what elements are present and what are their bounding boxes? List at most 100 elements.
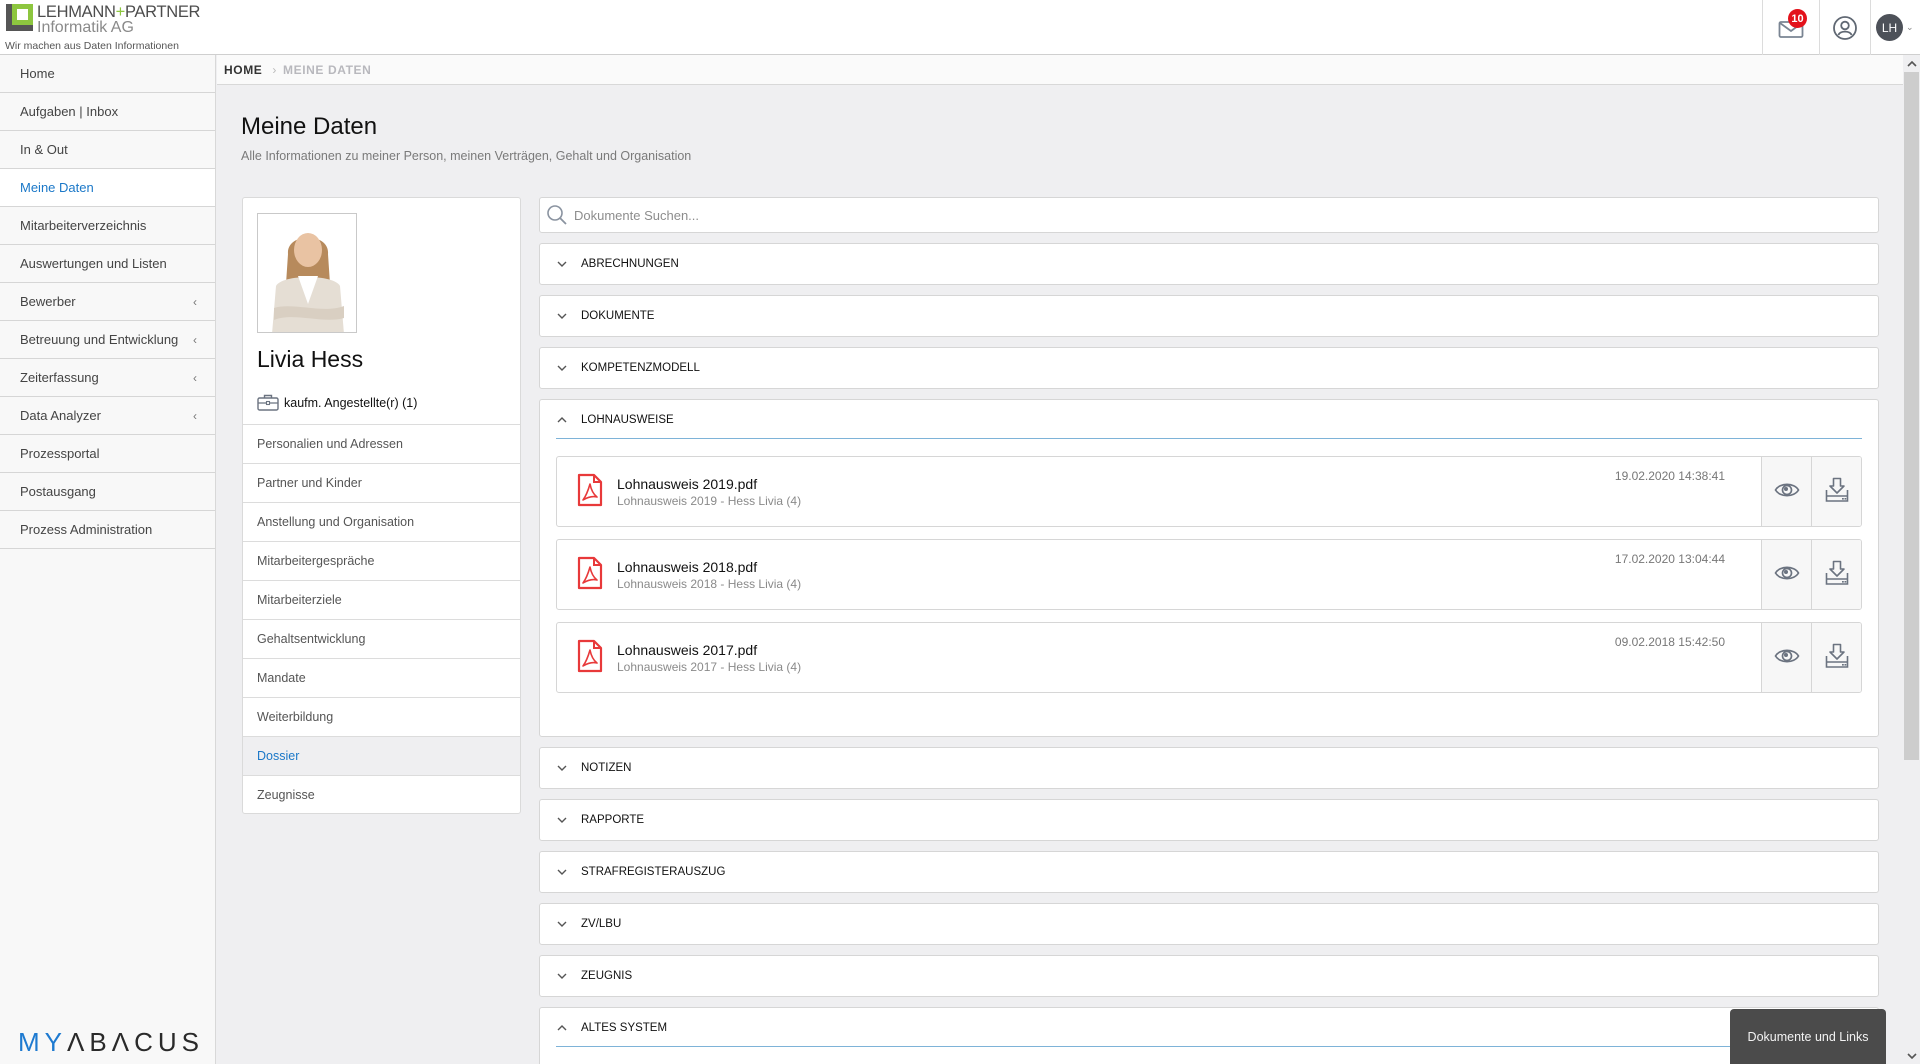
sidebar-item-prozessportal[interactable]: Prozessportal (0, 435, 215, 473)
section-title: STRAFREGISTERAUSZUG (581, 866, 726, 878)
employee-role: kaufm. Angestellte(r) (1) (257, 394, 417, 411)
document-name[interactable]: Lohnausweis 2019.pdf (617, 476, 757, 492)
profile-menu-item[interactable]: Mandate (243, 658, 520, 697)
breadcrumb: HOME › MEINE DATEN (217, 55, 1903, 85)
chevron-up-icon (1906, 60, 1917, 67)
profile-menu: Personalien und Adressen Partner und Kind… (243, 424, 520, 814)
sidebar-item-aufgaben-inbox[interactable]: Aufgaben | Inbox (0, 93, 215, 131)
document-item[interactable]: Lohnausweis 2017.pdf Lohnausweis 2017 - H… (556, 622, 1862, 693)
sidebar-item-label: Betreuung und Entwicklung (20, 332, 179, 347)
document-description: Lohnausweis 2018 - Hess Livia (4) (617, 577, 802, 591)
chevron-down-icon (555, 362, 569, 374)
chevron-down-icon (555, 918, 569, 930)
section-title: ABRECHNUNGEN (581, 258, 679, 270)
section-header[interactable]: ZV/LBU (540, 904, 1878, 944)
document-item[interactable]: Lohnausweis 2019.pdf Lohnausweis 2019 - H… (556, 456, 1862, 527)
sidebar-item-meine-daten[interactable]: Meine Daten (0, 169, 215, 207)
chevron-left-icon: ‹ (193, 332, 197, 347)
document-date: 09.02.2018 15:42:50 (1614, 635, 1725, 649)
search-icon (547, 205, 567, 225)
sidebar-item-prozess-administration[interactable]: Prozess Administration (0, 511, 215, 549)
sidebar-item-mitarbeiterverzeichnis[interactable]: Mitarbeiterverzeichnis (0, 207, 215, 245)
download-button[interactable] (1811, 457, 1861, 526)
section-header[interactable]: LOHNAUSWEISE (540, 400, 1878, 440)
profile-menu-item[interactable]: Mitarbeitergespräche (243, 541, 520, 580)
company-logo[interactable]: LEHMANN+PARTNER Informatik AG Wir machen… (4, 2, 214, 52)
page-scrollbar[interactable] (1903, 55, 1920, 1064)
page-title: Meine Daten (241, 113, 378, 140)
sidebar-item-home[interactable]: Home (0, 55, 215, 93)
profile-menu-item[interactable]: Zeugnisse (243, 775, 520, 814)
profile-menu-item[interactable]: Mitarbeiterziele (243, 580, 520, 619)
tooltip-documents-links: Dokumente und Links (1730, 1009, 1886, 1064)
section-header[interactable]: STRAFREGISTERAUSZUG (540, 852, 1878, 892)
preview-button[interactable] (1761, 623, 1811, 692)
pdf-file-icon (577, 639, 603, 678)
profile-menu-item[interactable]: Gehaltsentwicklung (243, 619, 520, 658)
eye-icon (1774, 647, 1800, 670)
section-notizen: NOTIZEN (539, 747, 1879, 789)
section-title: DOKUMENTE (581, 310, 655, 322)
chevron-down-icon (555, 866, 569, 878)
sidebar-item-label: Data Analyzer (20, 408, 101, 423)
download-button[interactable] (1811, 623, 1861, 692)
sidebar-item-bewerber[interactable]: Bewerber ‹ (0, 283, 215, 321)
sidebar-item-data-analyzer[interactable]: Data Analyzer ‹ (0, 397, 215, 435)
breadcrumb-current: MEINE DATEN (283, 62, 372, 77)
section-title: NOTIZEN (581, 762, 632, 774)
profile-menu-item[interactable]: Weiterbildung (243, 697, 520, 736)
profile-button[interactable] (1820, 0, 1870, 55)
chevron-up-icon (555, 1022, 569, 1034)
profile-menu-item[interactable]: Partner und Kinder (243, 463, 520, 502)
sidebar-item-postausgang[interactable]: Postausgang (0, 473, 215, 511)
section-header[interactable]: ZEUGNIS (540, 956, 1878, 996)
section-header[interactable]: DOKUMENTE (540, 296, 1878, 336)
profile-menu-item[interactable]: Anstellung und Organisation (243, 502, 520, 541)
logo-company-suffix: Informatik AG (37, 19, 134, 36)
scroll-down-button[interactable] (1903, 1047, 1920, 1064)
breadcrumb-home[interactable]: HOME (224, 63, 262, 77)
user-avatar: LH (1876, 14, 1903, 41)
document-description: Lohnausweis 2017 - Hess Livia (4) (617, 660, 802, 674)
document-name[interactable]: Lohnausweis 2017.pdf (617, 642, 757, 658)
eye-icon (1774, 481, 1800, 504)
profile-menu-item[interactable]: Personalien und Adressen (243, 424, 520, 463)
sidebar-item-in-out[interactable]: In & Out (0, 131, 215, 169)
sidebar-item-zeiterfassung[interactable]: Zeiterfassung ‹ (0, 359, 215, 397)
section-title: ALTES SYSTEM (581, 1022, 668, 1034)
section-header[interactable]: ALTES SYSTEM (540, 1008, 1878, 1048)
section-header[interactable]: RAPPORTE (540, 800, 1878, 840)
chevron-down-icon (1906, 1052, 1917, 1059)
scrollbar-thumb[interactable] (1904, 72, 1919, 760)
sidebar-item-label: Prozess Administration (20, 522, 153, 537)
section-header[interactable]: KOMPETENZMODELL (540, 348, 1878, 388)
chevron-down-icon (555, 310, 569, 322)
document-search[interactable] (539, 197, 1879, 233)
document-description: Lohnausweis 2019 - Hess Livia (4) (617, 494, 802, 508)
download-button[interactable] (1811, 540, 1861, 609)
preview-button[interactable] (1761, 540, 1811, 609)
document-item[interactable]: Lohnausweis 2018.pdf Lohnausweis 2018 - H… (556, 539, 1862, 610)
section-dokumente: DOKUMENTE (539, 295, 1879, 337)
section-divider (556, 1046, 1862, 1047)
sidebar-item-auswertungen-und-listen[interactable]: Auswertungen und Listen (0, 245, 215, 283)
section-zeugnis: ZEUGNIS (539, 955, 1879, 997)
chevron-left-icon: ‹ (193, 408, 197, 423)
section-divider (556, 438, 1862, 439)
document-name[interactable]: Lohnausweis 2018.pdf (617, 559, 757, 575)
sidebar-item-betreuung-und-entwicklung[interactable]: Betreuung und Entwicklung ‹ (0, 321, 215, 359)
scroll-up-button[interactable] (1903, 55, 1920, 72)
section-header[interactable]: NOTIZEN (540, 748, 1878, 788)
user-menu-button[interactable]: LH ⌄ (1876, 0, 1920, 55)
section-title: ZEUGNIS (581, 970, 633, 982)
eye-icon (1774, 564, 1800, 587)
download-icon (1825, 643, 1849, 674)
chevron-down-icon: ⌄ (1906, 22, 1914, 32)
search-input[interactable] (574, 207, 1774, 223)
profile-menu-item[interactable]: Dossier (243, 736, 520, 775)
chevron-down-icon (555, 258, 569, 270)
chevron-down-icon (555, 970, 569, 982)
notifications-button[interactable]: 10 (1763, 0, 1819, 55)
section-header[interactable]: ABRECHNUNGEN (540, 244, 1878, 284)
preview-button[interactable] (1761, 457, 1811, 526)
